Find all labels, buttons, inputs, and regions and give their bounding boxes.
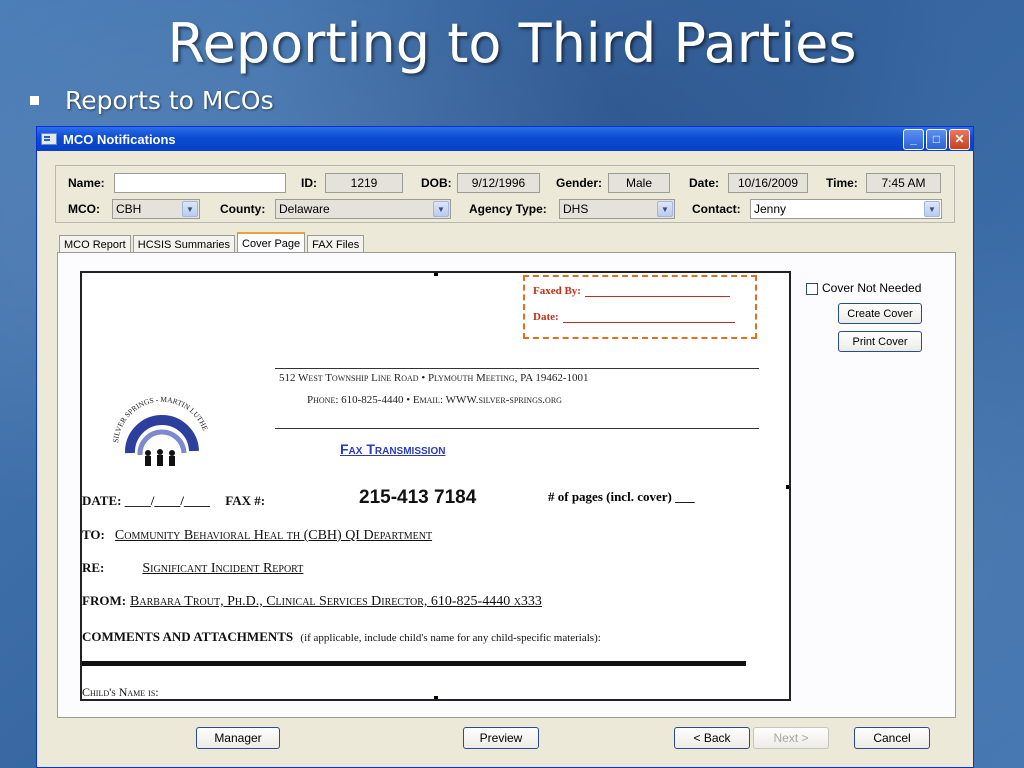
minimize-button[interactable]: _	[903, 128, 924, 150]
print-cover-button[interactable]: Print Cover	[838, 331, 922, 352]
chevron-down-icon[interactable]: ▼	[433, 201, 449, 217]
contact-value: Jenny	[754, 202, 787, 216]
fax-number: 215-413 7184	[359, 487, 477, 508]
from-line: FROM: Barbara Trout, Ph.D., Clinical Serv…	[82, 593, 542, 609]
client-info-group: Name: ID: 1219 DOB: 9/12/1996 Gender: Ma…	[55, 165, 955, 223]
preview-button[interactable]: Preview	[463, 727, 539, 749]
school-logo: SILVER SPRINGS - MARTIN LUTHER SCHOOL	[104, 373, 210, 466]
agency-type-select[interactable]: DHS ▼	[559, 199, 675, 219]
id-field[interactable]: 1219	[325, 173, 403, 193]
dob-label: DOB:	[421, 176, 452, 190]
bullet-text: Reports to MCOs	[65, 86, 274, 115]
chevron-down-icon[interactable]: ▼	[657, 201, 673, 217]
faxed-by-label: Faxed By:	[533, 285, 581, 297]
maximize-button[interactable]: □	[926, 128, 947, 150]
gender-field[interactable]: Male	[608, 173, 670, 193]
checkbox-icon[interactable]	[806, 282, 818, 295]
school-address: 512 West Township Line Road • Plymouth M…	[279, 372, 589, 384]
mco-notifications-window: MCO Notifications _ □ ✕ Name: ID: 1219 D…	[36, 126, 974, 768]
contact-select[interactable]: Jenny ▼	[750, 199, 942, 219]
county-label: County:	[220, 202, 266, 216]
tab-hcsis-summaries[interactable]: HCSIS Summaries	[132, 235, 236, 253]
date-label: Date:	[689, 176, 720, 190]
resize-handle[interactable]	[434, 696, 438, 699]
window-title: MCO Notifications	[63, 131, 176, 147]
cancel-button[interactable]: Cancel	[854, 727, 930, 749]
county-select[interactable]: Delaware ▼	[275, 199, 451, 219]
slide-bullet: Reports to MCOs	[30, 86, 274, 115]
faxed-by-stamp: Faxed By: Date:	[523, 275, 757, 339]
date-line: DATE: ____/____/____ FAX #:	[82, 493, 266, 508]
comments-line: COMMENTS AND ATTACHMENTS (if applicable,…	[82, 629, 601, 644]
resize-handle[interactable]	[434, 273, 438, 276]
page-count-line: # of pages (incl. cover) ___	[548, 489, 695, 504]
cover-page-panel: Faxed By: Date: SILVER SPRINGS - MARTIN …	[57, 252, 956, 718]
agency-type-label: Agency Type:	[469, 202, 547, 216]
tab-fax-files[interactable]: FAX Files	[307, 235, 365, 253]
mco-value: CBH	[116, 202, 142, 216]
chevron-down-icon[interactable]: ▼	[924, 201, 940, 217]
close-icon: ✕	[954, 132, 965, 146]
tab-strip: MCO Report HCSIS Summaries Cover Page FA…	[59, 232, 366, 253]
next-button[interactable]: Next >	[753, 727, 829, 749]
cover-options: Cover Not Needed	[806, 281, 921, 295]
bullet-square-icon	[30, 96, 39, 105]
name-field[interactable]	[114, 173, 286, 193]
cover-page-preview: Faxed By: Date: SILVER SPRINGS - MARTIN …	[80, 271, 791, 701]
minimize-icon: _	[910, 132, 917, 146]
mco-select[interactable]: CBH ▼	[112, 199, 200, 219]
slide-title: Reporting to Third Parties	[167, 12, 857, 75]
divider-bar	[82, 661, 746, 666]
mco-label: MCO:	[68, 202, 100, 216]
tab-cover-page[interactable]: Cover Page	[237, 232, 306, 253]
faxed-date-label: Date:	[533, 311, 559, 323]
fax-number-label: FAX #:	[225, 493, 266, 508]
create-cover-button[interactable]: Create Cover	[838, 303, 922, 324]
app-icon	[41, 133, 57, 145]
county-value: Delaware	[279, 202, 330, 216]
tab-mco-report[interactable]: MCO Report	[59, 235, 131, 253]
date-field[interactable]: 10/16/2009	[728, 173, 808, 193]
resize-handle[interactable]	[786, 485, 789, 489]
re-line: RE: Significant Incident Report	[82, 560, 304, 576]
time-label: Time:	[826, 176, 858, 190]
manager-button[interactable]: Manager	[196, 727, 280, 749]
time-field[interactable]: 7:45 AM	[866, 173, 941, 193]
window-titlebar[interactable]: MCO Notifications _ □ ✕	[37, 127, 973, 151]
gender-label: Gender:	[556, 176, 603, 190]
agency-type-value: DHS	[563, 202, 589, 216]
school-contact: Phone: 610-825-4440 • Email: WWW.silver-…	[307, 394, 562, 406]
close-button[interactable]: ✕	[949, 128, 970, 150]
name-label: Name:	[68, 176, 105, 190]
child-name-line: Child's Name is:	[82, 685, 159, 699]
dob-field[interactable]: 9/12/1996	[457, 173, 540, 193]
back-button[interactable]: < Back	[674, 727, 750, 749]
cover-not-needed-checkbox[interactable]: Cover Not Needed	[806, 281, 921, 295]
contact-label: Contact:	[692, 202, 741, 216]
fax-transmission-heading: Fax Transmission	[340, 441, 446, 457]
to-line: TO: Community Behavioral Heal th (CBH) QI…	[82, 527, 433, 543]
maximize-icon: □	[932, 132, 941, 146]
id-label: ID:	[301, 176, 317, 190]
chevron-down-icon[interactable]: ▼	[182, 201, 198, 217]
